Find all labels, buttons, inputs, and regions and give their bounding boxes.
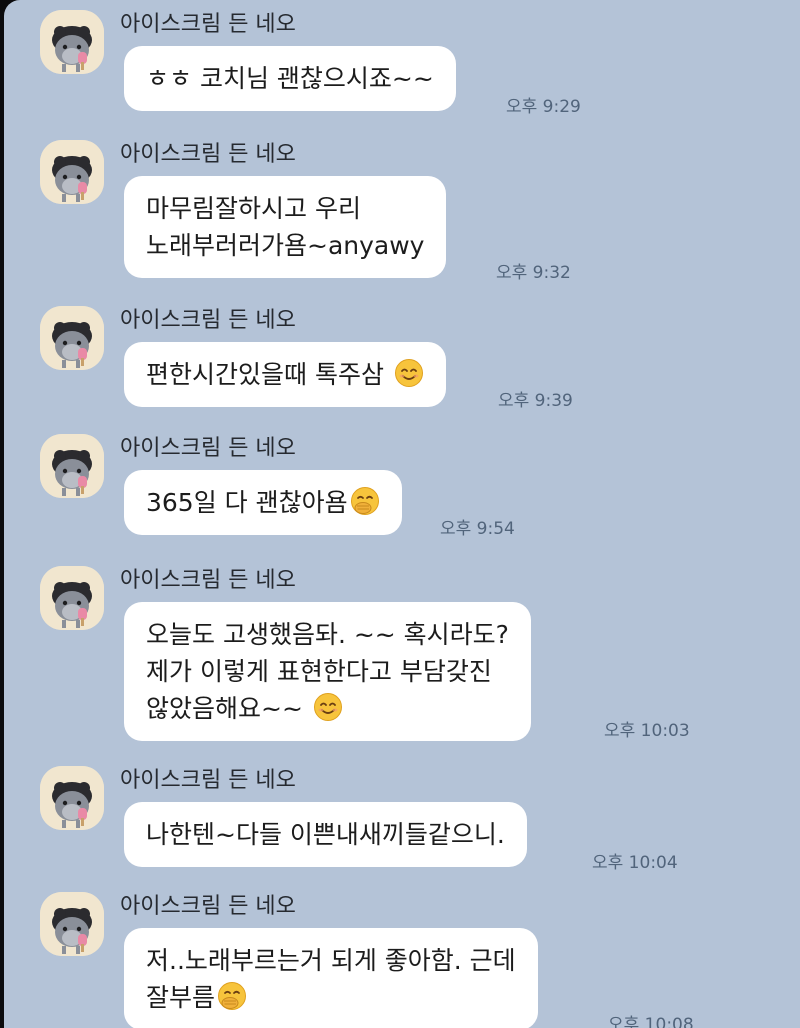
message-bubble[interactable]: 365일 다 괜찮아욤 — [124, 470, 402, 535]
message-text: 365일 다 괜찮아욤 — [146, 488, 348, 517]
message-timestamp: 오후 10:08 — [608, 1015, 694, 1028]
avatar[interactable] — [40, 140, 104, 204]
message-timestamp: 오후 9:39 — [498, 391, 573, 411]
message-text: 마무림잘하시고 우리 — [146, 194, 361, 223]
message-timestamp: 오후 10:03 — [604, 721, 690, 741]
message-bubble[interactable]: 마무림잘하시고 우리 노래부러러가욤~anyawy — [124, 176, 447, 278]
message-text: 제가 이렇게 표현한다고 부담갖진 — [146, 657, 492, 686]
smiling-face-icon — [313, 692, 343, 722]
message-timestamp: 오후 9:54 — [440, 519, 515, 539]
message-timestamp: 오후 9:29 — [506, 97, 581, 117]
message-bubble[interactable]: 편한시간있을때 톡주삼 — [124, 342, 446, 407]
message-text: 나한텐~다들 이쁜내새끼들같으니. — [146, 820, 505, 849]
avatar[interactable] — [40, 306, 104, 370]
avatar[interactable] — [40, 766, 104, 830]
sender-name: 아이스크림 든 네오 — [120, 768, 296, 793]
message-text: 잘부름 — [146, 983, 216, 1012]
sender-name: 아이스크림 든 네오 — [120, 308, 296, 333]
sender-name: 아이스크림 든 네오 — [120, 436, 296, 461]
avatar[interactable] — [40, 434, 104, 498]
avatar[interactable] — [40, 10, 104, 74]
message-bubble[interactable]: 저..노래부르는거 되게 좋아함. 근데 잘부름 — [124, 928, 538, 1028]
message-bubble[interactable]: ㅎㅎ 코치님 괜찮으시죠~~ — [124, 46, 456, 111]
message-text: 노래부러러가욤~anyawy — [146, 231, 425, 260]
sender-name: 아이스크림 든 네오 — [120, 142, 296, 167]
message-text: 오늘도 고생했음돠. ~~ 혹시라도? — [146, 620, 509, 649]
message-text: 않았음해요~~ — [146, 694, 303, 723]
message-bubble[interactable]: 나한텐~다들 이쁜내새끼들같으니. — [124, 802, 527, 867]
hand-over-mouth-face-icon — [350, 486, 380, 516]
message-bubble[interactable]: 오늘도 고생했음돠. ~~ 혹시라도? 제가 이렇게 표현한다고 부담갖진 않았… — [124, 602, 531, 741]
smiling-face-icon — [394, 358, 424, 388]
sender-name: 아이스크림 든 네오 — [120, 568, 296, 593]
message-timestamp: 오후 10:04 — [592, 853, 678, 873]
message-text: 저..노래부르는거 되게 좋아함. 근데 — [146, 946, 516, 975]
chat-window[interactable]: 아이스크림 든 네오 ㅎㅎ 코치님 괜찮으시죠~~ 오후 9:29 아이스크림 … — [4, 0, 800, 1028]
sender-name: 아이스크림 든 네오 — [120, 894, 296, 919]
hand-over-mouth-face-icon — [217, 981, 247, 1011]
avatar[interactable] — [40, 892, 104, 956]
sender-name: 아이스크림 든 네오 — [120, 12, 296, 37]
message-text: 편한시간있을때 톡주삼 — [146, 360, 384, 389]
avatar[interactable] — [40, 566, 104, 630]
message-text: ㅎㅎ 코치님 괜찮으시죠~~ — [146, 64, 434, 93]
message-timestamp: 오후 9:32 — [496, 263, 571, 283]
